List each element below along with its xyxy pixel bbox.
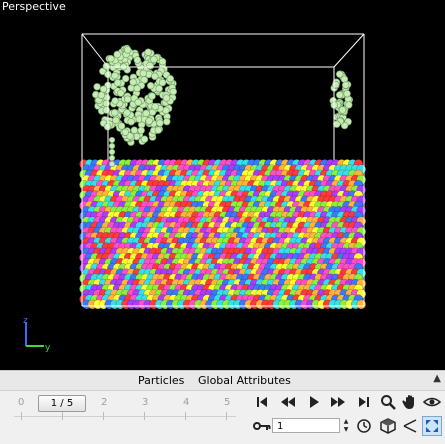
tab-particles[interactable]: Particles <box>132 373 190 388</box>
step-back-icon[interactable] <box>278 392 298 412</box>
current-frame-handle[interactable]: 1 / 5 <box>38 395 86 412</box>
timeline-track[interactable] <box>14 416 236 417</box>
animation-timeline[interactable]: 0 1 2 3 4 5 1 / 5 <box>0 390 248 444</box>
tick-mark <box>226 412 227 420</box>
zoom-icon[interactable] <box>378 392 398 412</box>
play-icon[interactable] <box>304 392 324 412</box>
perspective-icon[interactable] <box>400 416 420 436</box>
z-axis-label: z <box>23 316 28 326</box>
tick-label-4: 4 <box>183 397 190 408</box>
pan-hand-icon[interactable] <box>400 392 420 412</box>
tick-label-5: 5 <box>224 397 231 408</box>
cube-view-icon[interactable] <box>378 416 398 436</box>
tab-global-attributes[interactable]: Global Attributes <box>192 373 297 388</box>
particle-scene[interactable]: z y <box>0 0 445 370</box>
tick-label-0: 0 <box>18 397 25 408</box>
tick-mark <box>144 412 145 420</box>
frame-spinner-input[interactable]: 1 <box>272 418 340 433</box>
tick-mark <box>185 412 186 420</box>
orbit-eye-icon[interactable] <box>422 392 442 412</box>
jump-to-end-icon[interactable] <box>354 392 374 412</box>
3d-viewport[interactable]: z y Perspective <box>0 0 445 370</box>
solid-particles <box>79 159 367 310</box>
step-forward-icon[interactable] <box>328 392 348 412</box>
tick-label-3: 3 <box>142 397 149 408</box>
fit-view-icon[interactable] <box>422 416 442 436</box>
key-icon[interactable] <box>252 416 272 436</box>
viewport-caption[interactable]: Perspective <box>2 0 66 14</box>
tick-label-2: 2 <box>101 397 108 408</box>
gas-particles <box>92 44 353 168</box>
tick-mark <box>21 412 22 420</box>
tick-mark <box>62 412 63 420</box>
clock-icon[interactable] <box>354 416 374 436</box>
tick-mark <box>103 412 104 420</box>
axis-tripod: z y <box>23 316 51 353</box>
jump-to-start-icon[interactable] <box>252 392 272 412</box>
y-axis-label: y <box>45 343 51 353</box>
playback-controls: 1 ▲ ▼ <box>248 390 445 444</box>
panel-tab-bar: Particles Global Attributes ▲ <box>0 370 445 391</box>
bottom-panel: Particles Global Attributes ▲ 0 1 2 3 4 … <box>0 370 445 444</box>
frame-spinner-arrows[interactable]: ▲ ▼ <box>341 418 351 434</box>
collapse-panel-icon[interactable]: ▲ <box>433 373 441 384</box>
